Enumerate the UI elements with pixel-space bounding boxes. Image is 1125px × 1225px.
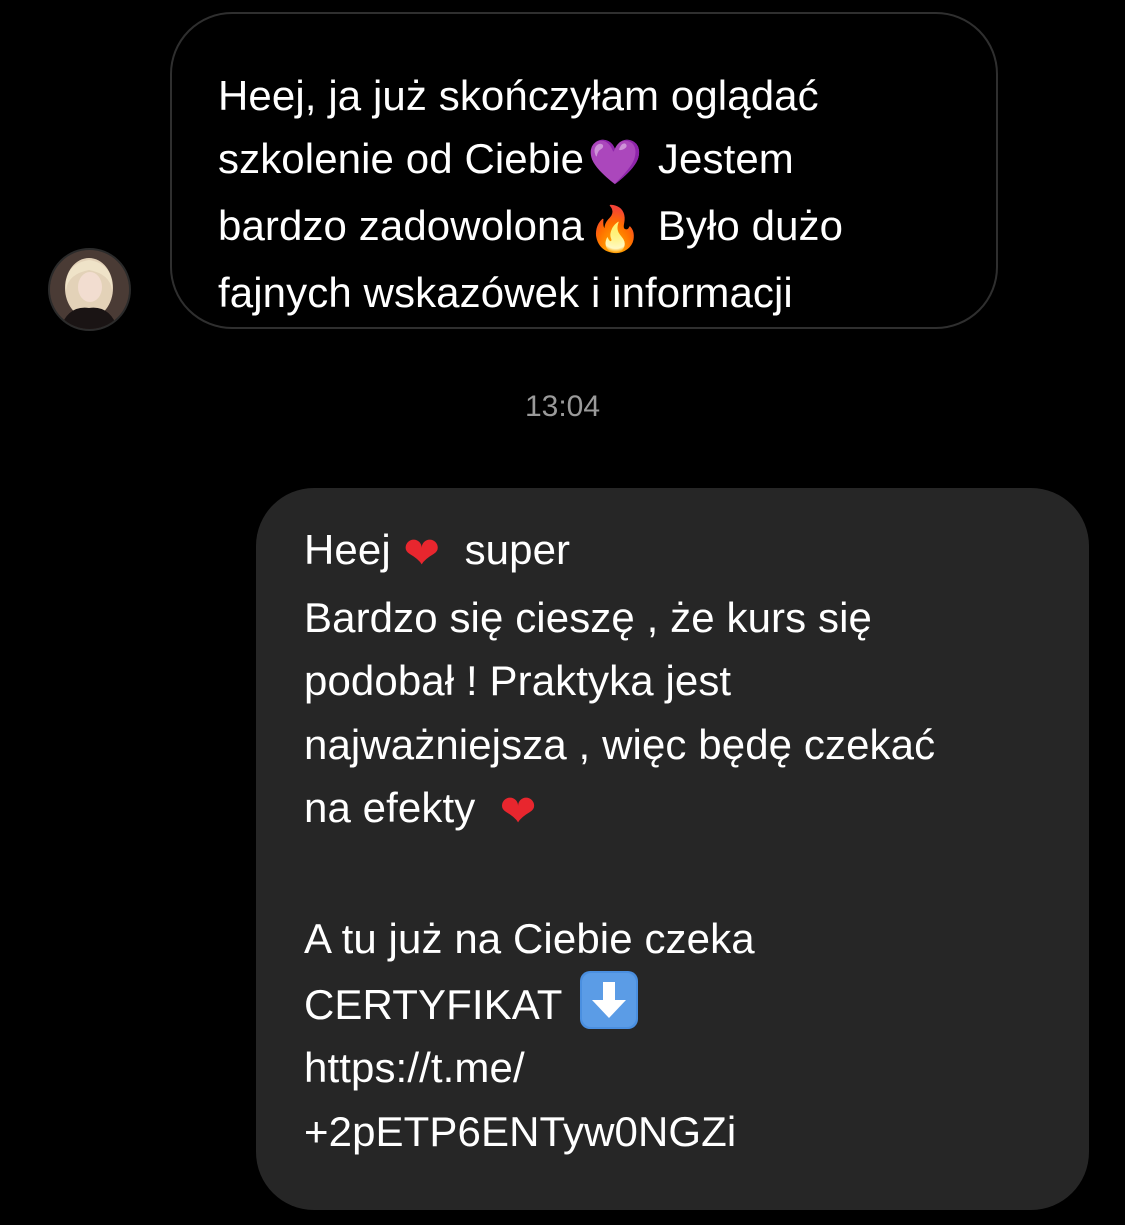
- red-heart-icon: ❤: [403, 529, 441, 578]
- message-text-line: podobał ! Praktyka jest: [304, 657, 732, 705]
- message-text-line: fajnych wskazówek i informacji: [218, 269, 793, 316]
- message-text-line: bardzo zadowolona🔥 Było dużo: [218, 194, 956, 261]
- fire-icon: 🔥: [587, 205, 643, 254]
- message-text-line: CERTYFIKAT: [304, 970, 1059, 1037]
- message-text-line: A tu już na Ciebie czeka: [304, 914, 755, 962]
- outgoing-message-bubble[interactable]: Heej ❤ super Bardzo się cieszę , że kurs …: [256, 488, 1089, 1210]
- certificate-link[interactable]: https://t.me/: [304, 1036, 1059, 1100]
- message-text-line: Heej ❤ super: [304, 518, 1059, 586]
- purple-heart-icon: 💜: [587, 138, 643, 187]
- message-text-line: Bardzo się cieszę , że kurs się: [304, 593, 872, 641]
- incoming-message-bubble[interactable]: Heej, ja już skończyłam oglądać szkoleni…: [170, 12, 998, 329]
- message-text-line: najważniejsza , więc będę czekać: [304, 720, 936, 768]
- message-text-line: Heej, ja już skończyłam oglądać: [218, 72, 819, 119]
- down-arrow-emoji-icon: [579, 970, 638, 1029]
- sender-avatar[interactable]: [48, 248, 131, 331]
- message-text-line: szkolenie od Ciebie💜 Jestem: [218, 127, 956, 194]
- red-heart-icon: ❤: [499, 787, 537, 837]
- message-timestamp: 13:04: [524, 390, 601, 423]
- certificate-link[interactable]: +2pETP6ENTyw0NGZi: [304, 1100, 1059, 1164]
- user-avatar-photo-icon: [50, 250, 129, 329]
- message-text-line: na efekty ❤: [304, 776, 1059, 844]
